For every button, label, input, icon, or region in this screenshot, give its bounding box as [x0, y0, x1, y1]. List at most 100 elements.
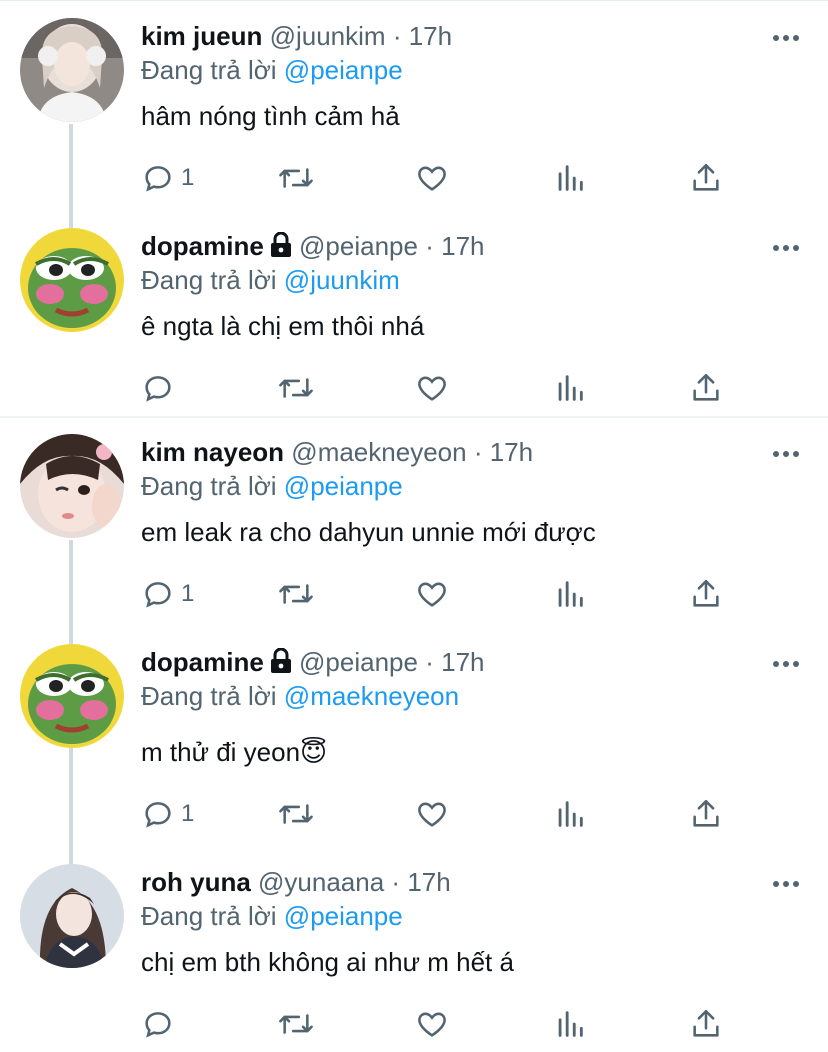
retweet-icon: [279, 378, 313, 398]
display-name[interactable]: dopamine: [141, 231, 264, 261]
share-button[interactable]: [689, 574, 723, 614]
thread-line: [69, 540, 73, 644]
tweet-text: m thử đi yeon😇: [141, 737, 328, 767]
share-icon: [693, 799, 719, 827]
analytics-icon: [558, 581, 583, 607]
separator: ·: [425, 647, 434, 677]
mention-link[interactable]: @peianpe: [284, 55, 403, 85]
views-button[interactable]: [553, 158, 587, 198]
timestamp[interactable]: 17h: [409, 21, 452, 51]
avatar[interactable]: [20, 228, 124, 332]
user-handle[interactable]: @juunkim: [270, 21, 386, 51]
reply-icon: [145, 376, 171, 402]
heart-icon: [418, 802, 446, 827]
action-bar: 1: [141, 794, 741, 834]
more-icon[interactable]: [772, 660, 800, 668]
timestamp[interactable]: 17h: [490, 437, 533, 467]
heart-icon: [418, 166, 446, 191]
retweet-button[interactable]: [277, 574, 315, 614]
reply-context: Đang trả lời @peianpe: [141, 470, 403, 502]
user-handle[interactable]: @maekneyeon: [291, 437, 466, 467]
reply-icon: [145, 582, 171, 608]
mention-link[interactable]: @maekneyeon: [284, 681, 459, 711]
tweet-text: em leak ra cho dahyun unnie mới được: [141, 517, 596, 547]
share-button[interactable]: [689, 1004, 723, 1044]
heart-icon: [418, 1012, 446, 1037]
heart-icon: [418, 582, 446, 607]
reply-context: Đang trả lời @maekneyeon: [141, 680, 459, 712]
reply-button[interactable]: 1: [141, 574, 194, 614]
retweet-button[interactable]: [277, 794, 315, 834]
views-button[interactable]: [553, 574, 587, 614]
user-handle[interactable]: @yunaana: [258, 867, 384, 897]
more-icon[interactable]: [772, 34, 800, 42]
retweet-button[interactable]: [277, 368, 315, 408]
more-icon[interactable]: [772, 244, 800, 252]
tweet-header: dopamine @peianpe · 17h: [141, 230, 485, 262]
lock-icon: [270, 232, 291, 257]
views-button[interactable]: [553, 794, 587, 834]
display-name[interactable]: kim nayeon: [141, 437, 284, 467]
timestamp[interactable]: 17h: [441, 647, 484, 677]
avatar[interactable]: [20, 434, 124, 538]
action-bar: [141, 1004, 741, 1044]
more-icon[interactable]: [772, 450, 800, 458]
reply-button[interactable]: [141, 368, 181, 408]
reply-prefix: Đang trả lời: [141, 901, 277, 931]
like-button[interactable]: [415, 794, 449, 834]
mention-link[interactable]: @peianpe: [284, 471, 403, 501]
separator: ·: [425, 231, 434, 261]
mention-link[interactable]: @juunkim: [284, 265, 400, 295]
separator: ·: [473, 437, 483, 467]
separator: ·: [392, 21, 402, 51]
like-button[interactable]: [415, 574, 449, 614]
views-button[interactable]: [553, 368, 587, 408]
retweet-button[interactable]: [277, 158, 315, 198]
reply-count: 1: [181, 800, 195, 827]
reply-context: Đang trả lời @peianpe: [141, 900, 403, 932]
avatar[interactable]: [20, 18, 124, 122]
share-button[interactable]: [689, 158, 723, 198]
share-button[interactable]: [689, 368, 723, 408]
separator: ·: [391, 867, 401, 897]
like-button[interactable]: [415, 1004, 449, 1044]
thread-line: [69, 124, 73, 228]
reply-count: 1: [181, 580, 195, 607]
more-icon[interactable]: [772, 880, 800, 888]
like-button[interactable]: [415, 158, 449, 198]
like-button[interactable]: [415, 368, 449, 408]
display-name[interactable]: dopamine: [141, 647, 264, 677]
reply-prefix: Đang trả lời: [141, 265, 277, 295]
share-button[interactable]: [689, 794, 723, 834]
tweet-header: kim nayeon @maekneyeon · 17h: [141, 436, 533, 468]
tweet-header: kim jueun @juunkim · 17h: [141, 20, 452, 52]
retweet-button[interactable]: [277, 1004, 315, 1044]
retweet-icon: [279, 1014, 313, 1034]
action-bar: [141, 368, 741, 408]
user-handle[interactable]: @peianpe: [299, 647, 418, 677]
share-icon: [693, 163, 719, 191]
analytics-icon: [558, 801, 583, 827]
timestamp[interactable]: 17h: [407, 867, 450, 897]
reply-prefix: Đang trả lời: [141, 55, 277, 85]
reply-icon: [145, 1012, 171, 1038]
avatar[interactable]: [20, 864, 124, 968]
reply-icon: [145, 802, 171, 828]
reply-context: Đang trả lời @juunkim: [141, 264, 400, 296]
user-handle[interactable]: @peianpe: [299, 231, 418, 261]
timestamp[interactable]: 17h: [441, 231, 484, 261]
reply-button[interactable]: 1: [141, 794, 194, 834]
reply-button[interactable]: [141, 1004, 181, 1044]
divider: [0, 416, 828, 418]
avatar[interactable]: [20, 644, 124, 748]
display-name[interactable]: kim jueun: [141, 21, 262, 51]
thread-line: [69, 748, 73, 864]
display-name[interactable]: roh yuna: [141, 867, 251, 897]
lock-icon: [270, 648, 291, 673]
action-bar: 1: [141, 158, 741, 198]
share-icon: [693, 373, 719, 401]
mention-link[interactable]: @peianpe: [284, 901, 403, 931]
reply-prefix: Đang trả lời: [141, 471, 277, 501]
reply-button[interactable]: 1: [141, 158, 194, 198]
views-button[interactable]: [553, 1004, 587, 1044]
